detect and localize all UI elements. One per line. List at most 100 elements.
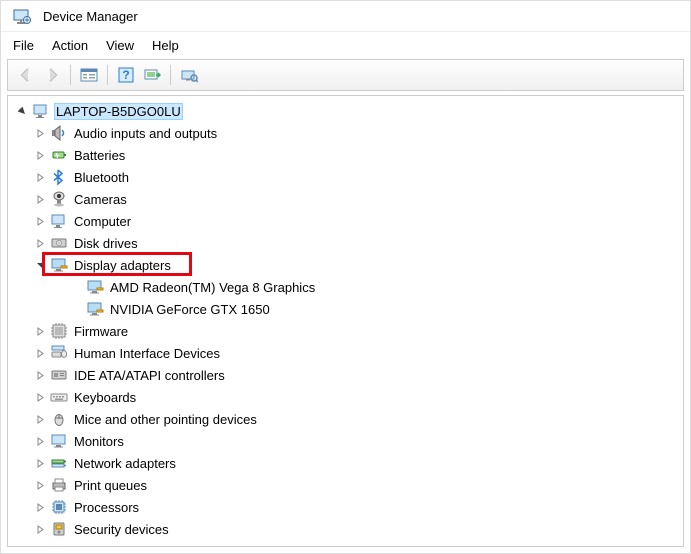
hid-icon (50, 344, 68, 362)
tree-node-computer[interactable]: Computer (8, 210, 683, 232)
keyboards-icon (50, 388, 68, 406)
tree-node-label: Network adapters (72, 455, 178, 472)
tree-node-label: Display adapters (72, 257, 173, 274)
expand-arrow-icon[interactable] (14, 103, 30, 119)
expand-arrow-icon[interactable] (32, 323, 48, 339)
tree-node-batteries[interactable]: Batteries (8, 144, 683, 166)
cameras-icon (50, 190, 68, 208)
expand-arrow-icon[interactable] (32, 499, 48, 515)
tree-node-firmware[interactable]: Firmware (8, 320, 683, 342)
toolbar-separator (70, 65, 71, 85)
computer-icon (32, 102, 50, 120)
tree-node-label: Print queues (72, 477, 149, 494)
tree-leaf-label: AMD Radeon(TM) Vega 8 Graphics (108, 279, 317, 296)
tree-node-label: IDE ATA/ATAPI controllers (72, 367, 227, 384)
tree-node-label: Cameras (72, 191, 129, 208)
ide-icon (50, 366, 68, 384)
disk-icon (50, 234, 68, 252)
tree-node-keyboards[interactable]: Keyboards (8, 386, 683, 408)
network-icon (50, 454, 68, 472)
tree-node-label: Human Interface Devices (72, 345, 222, 362)
processors-icon (50, 498, 68, 516)
tree-node-security[interactable]: Security devices (8, 518, 683, 540)
audio-icon (50, 124, 68, 142)
root-node[interactable]: LAPTOP-B5DGO0LU (8, 100, 683, 122)
expand-arrow-icon[interactable] (32, 433, 48, 449)
menubar: File Action View Help (1, 32, 690, 59)
expand-arrow-icon[interactable] (32, 169, 48, 185)
expand-arrow-icon[interactable] (32, 191, 48, 207)
tree-node-label: Audio inputs and outputs (72, 125, 219, 142)
expand-arrow-icon[interactable] (32, 521, 48, 537)
titlebar: Device Manager (1, 1, 690, 32)
bluetooth-icon (50, 168, 68, 186)
toolbar-separator (107, 65, 108, 85)
tree-node-network[interactable]: Network adapters (8, 452, 683, 474)
tree-node-label: Keyboards (72, 389, 138, 406)
tree-node-display[interactable]: Display adapters (8, 254, 683, 276)
spacer (68, 301, 84, 317)
tree-node-label: Mice and other pointing devices (72, 411, 259, 428)
menu-file[interactable]: File (13, 38, 34, 53)
display-icon (50, 256, 68, 274)
expand-arrow-icon[interactable] (32, 147, 48, 163)
tree-node-audio[interactable]: Audio inputs and outputs (8, 122, 683, 144)
toolbar-separator (170, 65, 171, 85)
security-icon (50, 520, 68, 538)
expand-arrow-icon[interactable] (32, 411, 48, 427)
tree-node-label: Computer (72, 213, 133, 230)
display-adapter-icon (86, 278, 104, 296)
mice-icon (50, 410, 68, 428)
tree-node-ide[interactable]: IDE ATA/ATAPI controllers (8, 364, 683, 386)
expand-arrow-icon[interactable] (32, 477, 48, 493)
tree-node-print[interactable]: Print queues (8, 474, 683, 496)
monitors-icon (50, 432, 68, 450)
tree-node-bluetooth[interactable]: Bluetooth (8, 166, 683, 188)
help-button[interactable]: ? (114, 64, 138, 86)
spacer (68, 279, 84, 295)
tree-node-label: Processors (72, 499, 141, 516)
expand-arrow-icon[interactable] (32, 345, 48, 361)
expand-arrow-icon[interactable] (32, 213, 48, 229)
collapse-arrow-icon[interactable] (32, 257, 48, 273)
toolbar: ? (7, 59, 684, 91)
expand-arrow-icon[interactable] (32, 367, 48, 383)
tree-node-label: Security devices (72, 521, 171, 538)
forward-button[interactable] (40, 64, 64, 86)
tree-leaf-display-adapter[interactable]: AMD Radeon(TM) Vega 8 Graphics (8, 276, 683, 298)
properties-button[interactable] (77, 64, 101, 86)
menu-help[interactable]: Help (152, 38, 179, 53)
back-button[interactable] (14, 64, 38, 86)
tree-node-hid[interactable]: Human Interface Devices (8, 342, 683, 364)
menu-action[interactable]: Action (52, 38, 88, 53)
computer-icon (50, 212, 68, 230)
tree-node-disk[interactable]: Disk drives (8, 232, 683, 254)
tree-node-label: Disk drives (72, 235, 140, 252)
window-title: Device Manager (43, 9, 138, 24)
expand-arrow-icon[interactable] (32, 389, 48, 405)
tree-node-mice[interactable]: Mice and other pointing devices (8, 408, 683, 430)
expand-arrow-icon[interactable] (32, 455, 48, 471)
show-hidden-button[interactable] (177, 64, 201, 86)
display-adapter-icon (86, 300, 104, 318)
expand-arrow-icon[interactable] (32, 125, 48, 141)
tree-pane[interactable]: LAPTOP-B5DGO0LU Audio inputs and outputs… (7, 95, 684, 547)
tree-node-monitors[interactable]: Monitors (8, 430, 683, 452)
tree-leaf-label: NVIDIA GeForce GTX 1650 (108, 301, 272, 318)
scan-button[interactable] (140, 64, 164, 86)
app-icon (13, 7, 31, 25)
svg-text:?: ? (122, 68, 129, 82)
print-icon (50, 476, 68, 494)
firmware-icon (50, 322, 68, 340)
menu-view[interactable]: View (106, 38, 134, 53)
tree-node-cameras[interactable]: Cameras (8, 188, 683, 210)
tree-node-label: Monitors (72, 433, 126, 450)
expand-arrow-icon[interactable] (32, 235, 48, 251)
tree-node-processors[interactable]: Processors (8, 496, 683, 518)
tree-node-label: Bluetooth (72, 169, 131, 186)
root-label: LAPTOP-B5DGO0LU (54, 103, 183, 120)
batteries-icon (50, 146, 68, 164)
tree-node-label: Firmware (72, 323, 130, 340)
tree-leaf-display-adapter[interactable]: NVIDIA GeForce GTX 1650 (8, 298, 683, 320)
tree-node-label: Batteries (72, 147, 127, 164)
